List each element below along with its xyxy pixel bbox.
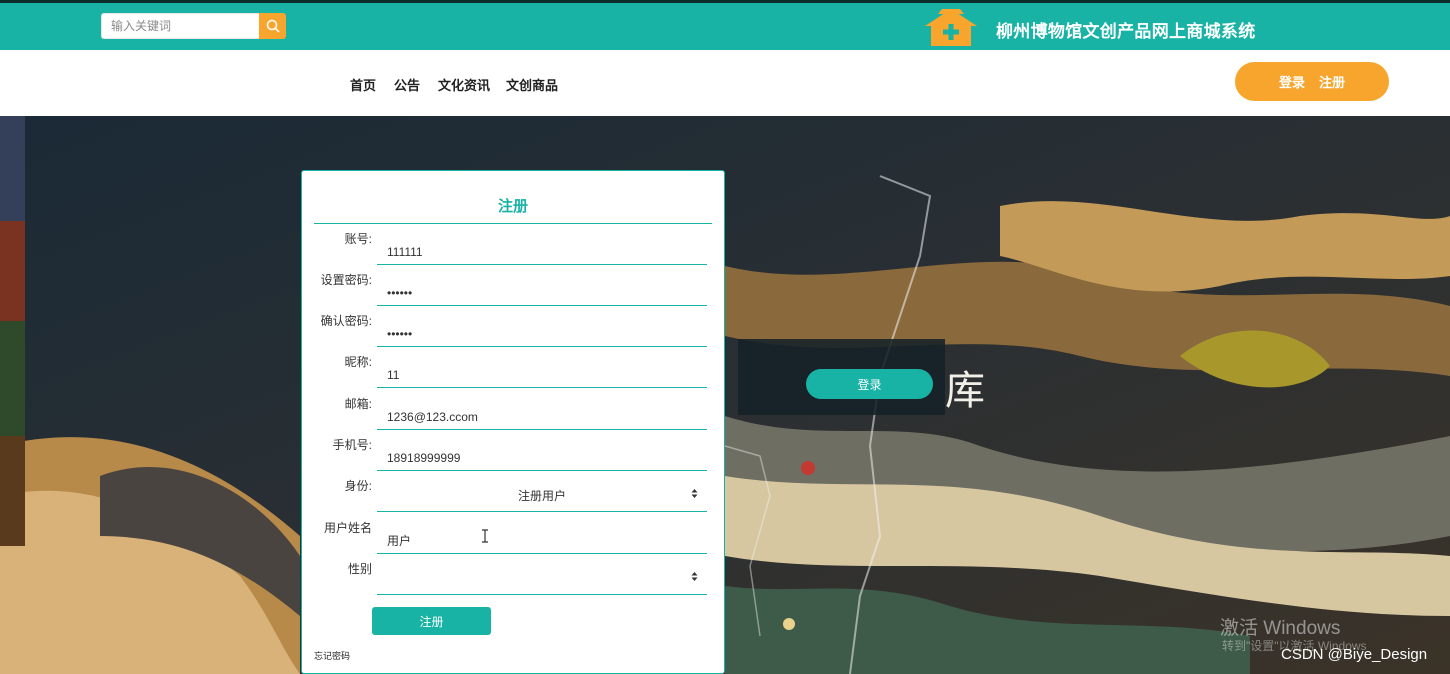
- register-form: 注册 账号: 设置密码: 确认密码: 昵称: 邮箱: 手机号: 身份: 注册用户: [301, 170, 725, 674]
- shop-logo-icon: [925, 9, 977, 46]
- divider: [314, 223, 712, 224]
- password-row: 设置密码:: [302, 268, 726, 306]
- nickname-row: 昵称:: [302, 350, 726, 388]
- email-input[interactable]: [377, 392, 707, 430]
- password-input[interactable]: [377, 268, 707, 306]
- search-button[interactable]: [259, 13, 286, 39]
- search-input[interactable]: [101, 13, 259, 39]
- field-label: 用户姓名: [323, 521, 372, 535]
- nav-item-announcement[interactable]: 公告: [394, 75, 420, 94]
- login-panel: 登录: [738, 339, 945, 415]
- role-row: 身份: 注册用户: [302, 474, 726, 512]
- field-label: 昵称:: [344, 355, 372, 369]
- form-title: 注册: [497, 198, 528, 215]
- forgot-password-link[interactable]: 忘记密码: [314, 649, 350, 662]
- field-label: 性别: [347, 562, 372, 576]
- field-label: 确认密码:: [320, 314, 372, 328]
- top-bar: 柳州博物馆文创产品网上商城系统: [0, 0, 1450, 50]
- phone-row: 手机号:: [302, 433, 726, 471]
- field-label: 设置密码:: [320, 273, 372, 287]
- search-box: [101, 13, 286, 39]
- nickname-input[interactable]: [377, 350, 707, 388]
- login-register-pill: 登录 注册: [1235, 62, 1389, 101]
- role-select[interactable]: 注册用户: [377, 474, 707, 512]
- nav-item-culture-news[interactable]: 文化资讯: [438, 75, 490, 94]
- login-button[interactable]: 登录: [806, 369, 933, 399]
- site-title: 柳州博物馆文创产品网上商城系统: [996, 22, 1256, 41]
- banner-text: 库: [945, 368, 985, 414]
- gender-select[interactable]: [377, 557, 707, 595]
- nav-item-products[interactable]: 文创商品: [506, 75, 558, 94]
- search-icon: [266, 19, 280, 33]
- email-row: 邮箱:: [302, 392, 726, 430]
- windows-activation-watermark: 激活 Windows: [1220, 618, 1341, 639]
- realname-row: 用户姓名: [302, 516, 726, 554]
- text-cursor-icon: [482, 529, 488, 543]
- gender-row: 性别: [302, 557, 726, 595]
- register-submit-button[interactable]: 注册: [372, 607, 491, 635]
- select-arrows-icon: [691, 489, 698, 498]
- nav-item-home[interactable]: 首页: [350, 75, 376, 94]
- nav-register-link[interactable]: 注册: [1319, 72, 1345, 91]
- phone-input[interactable]: [377, 433, 707, 471]
- account-row: 账号:: [302, 227, 726, 265]
- role-select-value: 注册用户: [517, 489, 566, 503]
- realname-input[interactable]: [377, 516, 707, 554]
- field-label: 邮箱:: [344, 397, 372, 411]
- account-input[interactable]: [377, 227, 707, 265]
- select-arrows-icon: [691, 572, 698, 581]
- field-label: 手机号:: [332, 438, 372, 452]
- field-label: 账号:: [344, 232, 372, 246]
- csdn-watermark: CSDN @Biye_Design: [1281, 646, 1428, 663]
- confirm-password-input[interactable]: [377, 309, 707, 347]
- field-label: 身份:: [344, 479, 372, 493]
- nav-bar: 首页 公告 文化资讯 文创商品 登录 注册: [0, 50, 1450, 116]
- nav-login-link[interactable]: 登录: [1279, 72, 1305, 91]
- confirm-password-row: 确认密码:: [302, 309, 726, 347]
